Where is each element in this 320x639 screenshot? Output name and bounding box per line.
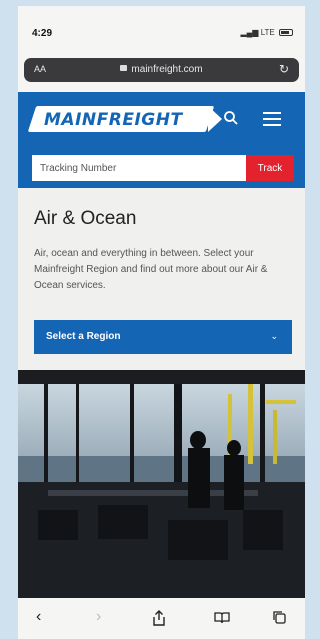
region-select-label: Select a Region <box>46 331 121 342</box>
status-time: 4:29 <box>32 28 53 39</box>
tracking-bar: Track <box>18 148 305 188</box>
page-description: Air, ocean and everything in between. Se… <box>34 248 268 291</box>
status-indicators: ▂▄▆ LTE <box>240 28 293 37</box>
share-icon[interactable] <box>152 610 166 626</box>
region-select[interactable]: Select a Region ⌄ <box>34 320 292 354</box>
logo-arrow <box>208 106 222 132</box>
back-icon[interactable]: ‹ <box>36 608 41 626</box>
tracking-number-input[interactable] <box>32 155 246 181</box>
search-icon[interactable] <box>223 110 239 126</box>
phone-screen: 4:29 ▂▄▆ LTE AA mainfreight.com ↻ MAINFR… <box>18 6 305 639</box>
chevron-down-icon: ⌄ <box>270 331 278 341</box>
hero-image <box>18 370 305 598</box>
page-title: Air & Ocean <box>34 208 137 229</box>
address-bar[interactable]: AA mainfreight.com ↻ <box>24 58 299 82</box>
forward-icon[interactable]: › <box>96 608 101 626</box>
battery-icon <box>279 29 293 37</box>
reload-icon[interactable]: ↻ <box>279 62 289 76</box>
signal-icon: ▂▄▆ <box>240 28 259 37</box>
logo-text: MAINFREIGHT <box>44 110 183 130</box>
lock-icon <box>120 65 128 72</box>
browser-toolbar: ‹ › <box>18 598 305 639</box>
url-text: mainfreight.com <box>131 64 203 75</box>
tabs-icon[interactable] <box>272 610 286 624</box>
main-content: Air & Ocean Air, ocean and everything in… <box>18 188 305 370</box>
bookmarks-icon[interactable] <box>214 612 230 624</box>
site-header: MAINFREIGHT <box>18 92 305 148</box>
track-button[interactable]: Track <box>246 155 294 181</box>
url-display[interactable]: mainfreight.com <box>24 64 299 75</box>
status-bar: 4:29 ▂▄▆ LTE <box>18 6 305 48</box>
mainfreight-logo[interactable]: MAINFREIGHT <box>27 104 228 134</box>
network-label: LTE <box>260 28 275 37</box>
menu-icon[interactable] <box>263 112 281 126</box>
